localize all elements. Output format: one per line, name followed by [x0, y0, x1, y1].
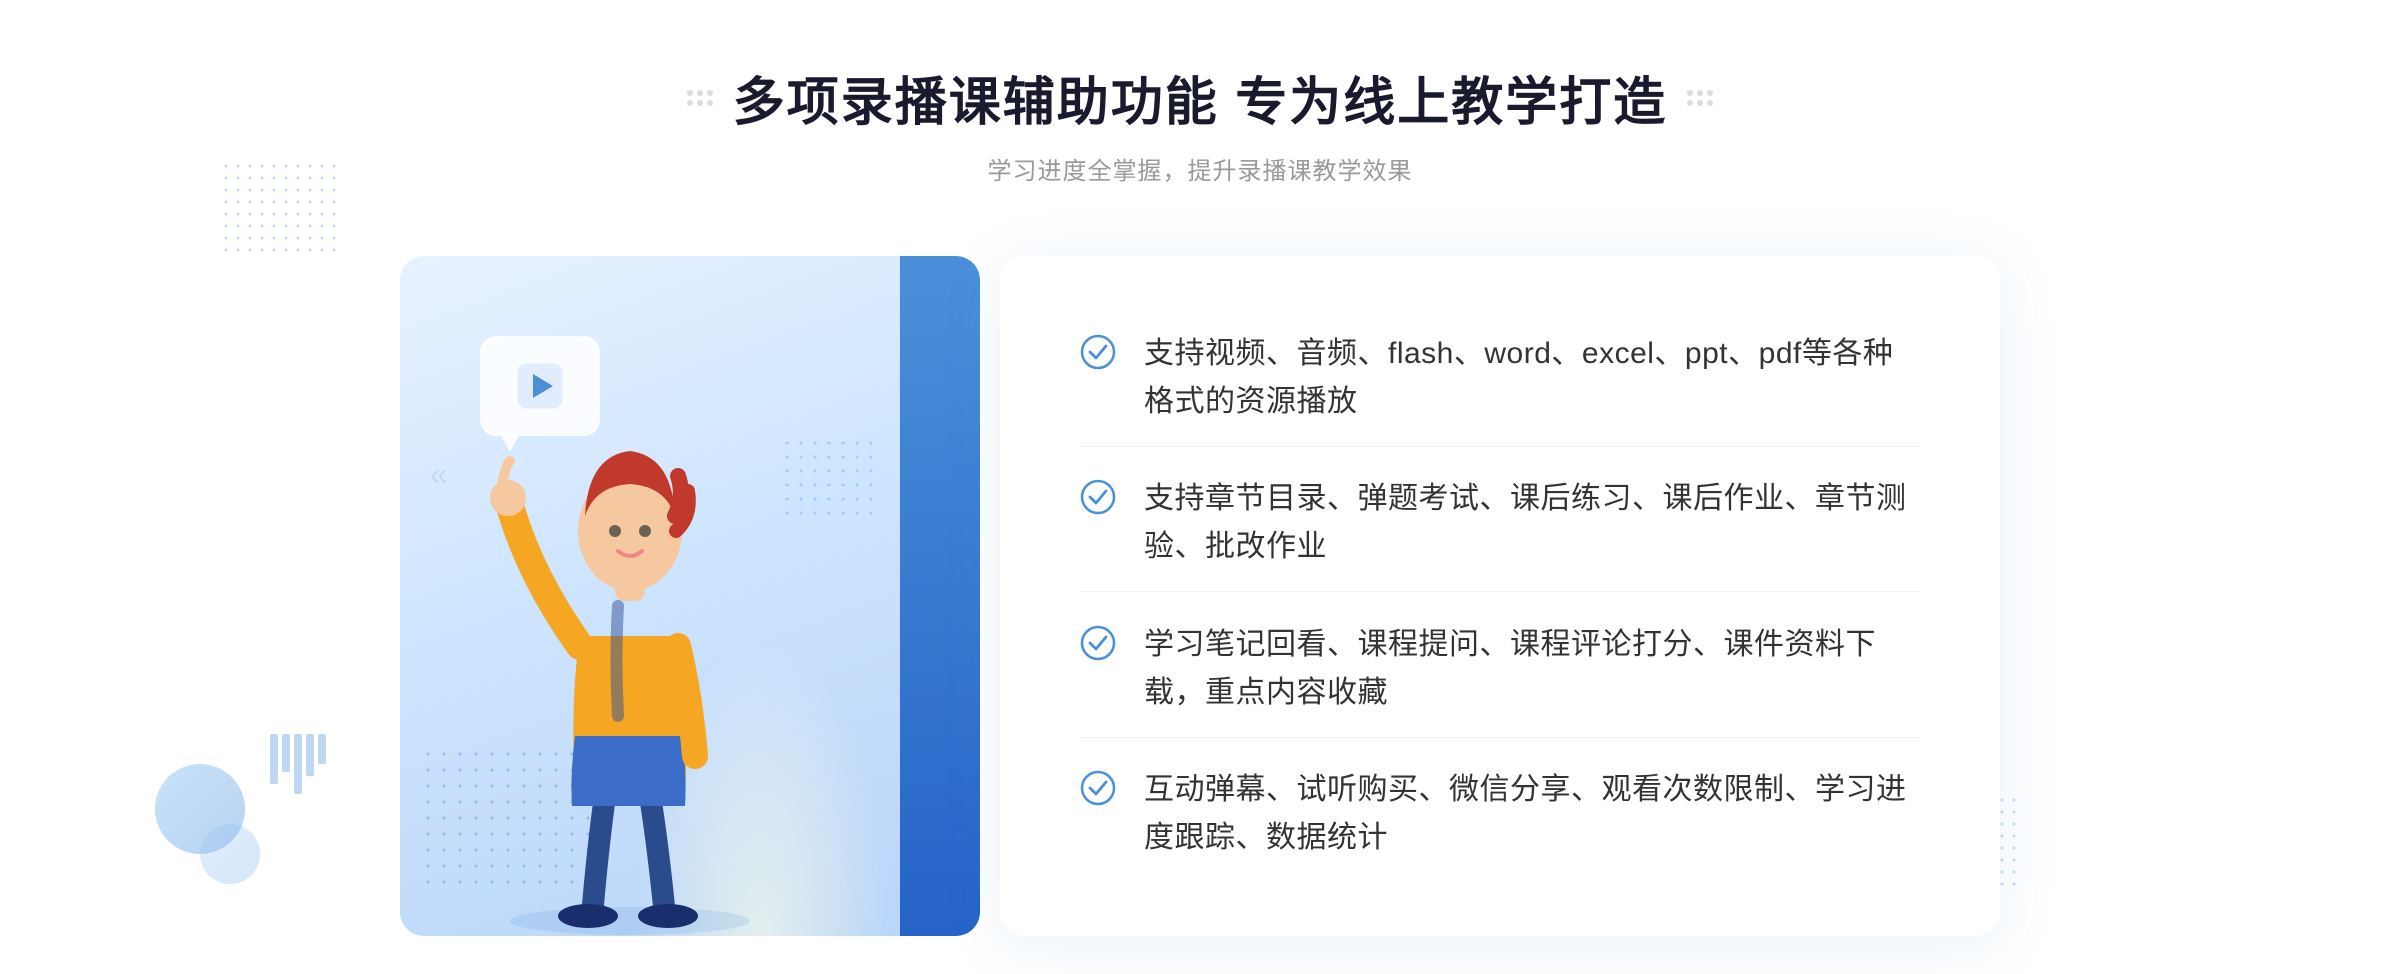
feature-item-3: 学习笔记回看、课程提问、课程评论打分、课件资料下载，重点内容收藏 — [1080, 601, 1920, 738]
title-row: 多项录播课辅助功能 专为线上教学打造 — [687, 60, 1713, 135]
decorative-dot-grid-topleft — [220, 160, 340, 260]
main-title: 多项录播课辅助功能 专为线上教学打造 — [733, 60, 1667, 135]
illustration-background: « — [400, 256, 980, 936]
check-circle-icon-2 — [1080, 479, 1116, 515]
feature-item-2: 支持章节目录、弹题考试、课后练习、课后作业、章节测验、批改作业 — [1080, 455, 1920, 592]
feature-text-2: 支持章节目录、弹题考试、课后练习、课后作业、章节测验、批改作业 — [1144, 475, 1920, 571]
check-circle-icon-1 — [1080, 334, 1116, 370]
person-illustration — [450, 376, 810, 936]
header-section: 多项录播课辅助功能 专为线上教学打造 学习进度全掌握，提升录播课教学效果 — [687, 60, 1713, 186]
feature-item-1: 支持视频、音频、flash、word、excel、ppt、pdf等各种格式的资源… — [1080, 310, 1920, 447]
decorative-lines — [270, 734, 326, 794]
features-wrapper: 支持视频、音频、flash、word、excel、ppt、pdf等各种格式的资源… — [1000, 256, 2000, 936]
content-area: » « — [400, 236, 2000, 936]
title-deco-left — [687, 90, 713, 106]
feature-text-4: 互动弹幕、试听购买、微信分享、观看次数限制、学习进度跟踪、数据统计 — [1144, 766, 1920, 862]
feature-text-3: 学习笔记回看、课程提问、课程评论打分、课件资料下载，重点内容收藏 — [1144, 621, 1920, 717]
title-deco-right — [1687, 90, 1713, 106]
check-circle-icon-3 — [1080, 625, 1116, 661]
feature-item-4: 互动弹幕、试听购买、微信分享、观看次数限制、学习进度跟踪、数据统计 — [1080, 746, 1920, 882]
deco-bar-4 — [306, 734, 314, 776]
illustration-side-bar — [900, 256, 980, 936]
deco-bar-1 — [270, 734, 278, 784]
deco-bar-5 — [318, 734, 326, 764]
decorative-circle-small — [200, 824, 260, 884]
check-circle-icon-4 — [1080, 770, 1116, 806]
deco-bar-3 — [294, 734, 302, 794]
page-wrapper: 多项录播课辅助功能 专为线上教学打造 学习进度全掌握，提升录播课教学效果 » — [0, 0, 2400, 974]
deco-bar-2 — [282, 734, 290, 772]
feature-text-1: 支持视频、音频、flash、word、excel、ppt、pdf等各种格式的资源… — [1144, 330, 1920, 426]
subtitle: 学习进度全掌握，提升录播课教学效果 — [687, 151, 1713, 186]
illustration-wrapper: » « — [400, 236, 1040, 936]
illustration-arrows: « — [430, 456, 448, 493]
figure-container — [450, 376, 810, 936]
